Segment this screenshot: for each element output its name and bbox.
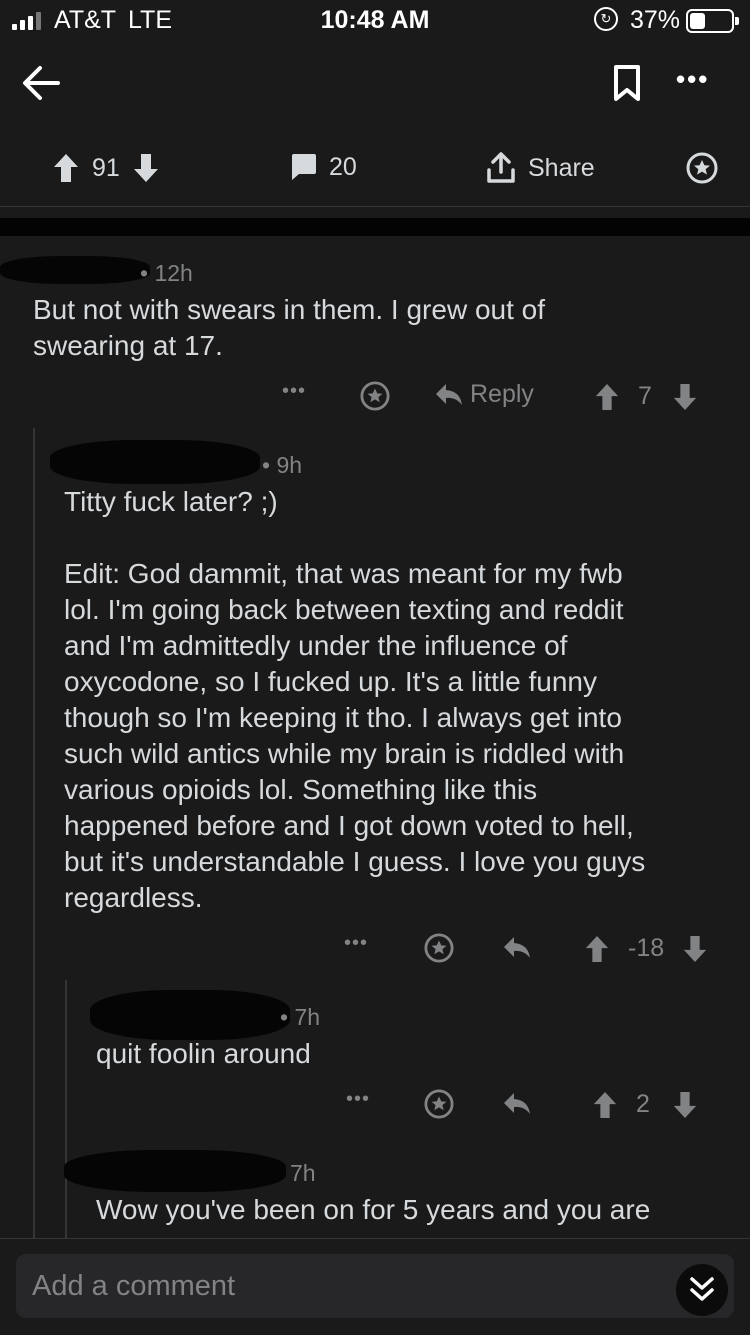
back-arrow-icon[interactable] [20, 62, 62, 104]
battery-fill [690, 13, 705, 29]
award-icon[interactable] [424, 933, 454, 963]
chevron-double-down-icon [690, 1277, 714, 1301]
comment-body: quit foolin around [96, 1038, 311, 1069]
post-comments-group[interactable]: 20 [289, 152, 357, 182]
upvote-icon[interactable] [52, 152, 80, 184]
downvote-icon[interactable] [132, 152, 160, 184]
battery-percent: 37% [630, 6, 681, 34]
bookmark-icon[interactable] [612, 64, 642, 102]
downvote-icon[interactable] [672, 1090, 698, 1120]
comment-age: • 7h [280, 1004, 321, 1030]
rotation-lock-icon: ↻ [594, 7, 618, 31]
post-comment-count: 20 [329, 152, 357, 181]
comment-actions: ••• 2 [346, 1086, 716, 1126]
comment-score: -18 [628, 934, 665, 962]
post-vote-group: 91 [52, 152, 160, 184]
comment-age: 7h [290, 1160, 316, 1186]
comment-body: But not with swears in them. I grew out … [33, 294, 546, 361]
redacted-username [64, 1150, 286, 1192]
reply-arrow-icon[interactable] [502, 934, 532, 962]
upvote-icon[interactable] [592, 1090, 618, 1120]
section-separator [0, 218, 750, 236]
reply-label: Reply [470, 380, 534, 408]
comment-score: 7 [638, 382, 652, 410]
upvote-icon[interactable] [594, 382, 620, 412]
redacted-username [90, 990, 290, 1040]
add-comment-input[interactable]: Add a comment [16, 1254, 734, 1318]
thread-line [33, 428, 35, 1238]
thread-line [65, 980, 67, 1238]
post-action-row: 91 20 Share [0, 140, 750, 200]
award-icon[interactable] [360, 381, 390, 411]
comment-bubble-icon [292, 154, 316, 180]
battery-icon [686, 9, 739, 33]
comment-score: 2 [636, 1090, 650, 1118]
more-options-icon[interactable]: ••• [676, 64, 709, 95]
award-icon[interactable] [424, 1089, 454, 1119]
top-nav: ••• [0, 50, 750, 120]
comment-bar: Add a comment [0, 1238, 750, 1335]
more-options-icon[interactable]: ••• [282, 380, 306, 403]
award-icon[interactable] [686, 152, 718, 184]
comment-body: Wow you've been on for 5 years and you a… [96, 1194, 651, 1225]
reply-arrow-icon [436, 383, 462, 405]
downvote-icon[interactable] [682, 934, 708, 964]
share-label: Share [528, 153, 595, 182]
comment-actions: ••• Reply 7 [282, 378, 722, 418]
comment-body: Titty fuck later? ;) Edit: God dammit, t… [64, 486, 646, 913]
comment-age: • 12h [140, 260, 193, 286]
more-options-icon[interactable]: ••• [344, 932, 368, 955]
comment-age: • 9h [262, 452, 303, 478]
more-options-icon[interactable]: ••• [346, 1088, 370, 1111]
share-button[interactable]: Share [486, 152, 595, 184]
share-icon [487, 152, 515, 183]
comment-actions: ••• -18 [344, 930, 724, 970]
downvote-icon[interactable] [672, 382, 698, 412]
status-bar: AT&T LTE 10:48 AM ↻ 37% [0, 0, 750, 40]
post-score: 91 [92, 153, 120, 182]
divider [0, 206, 750, 207]
redacted-username [50, 440, 260, 484]
reply-arrow-icon[interactable] [502, 1090, 532, 1118]
collapse-thread-button[interactable] [676, 1264, 728, 1316]
reply-button[interactable]: Reply [434, 380, 534, 409]
redacted-username [0, 256, 150, 284]
upvote-icon[interactable] [584, 934, 610, 964]
